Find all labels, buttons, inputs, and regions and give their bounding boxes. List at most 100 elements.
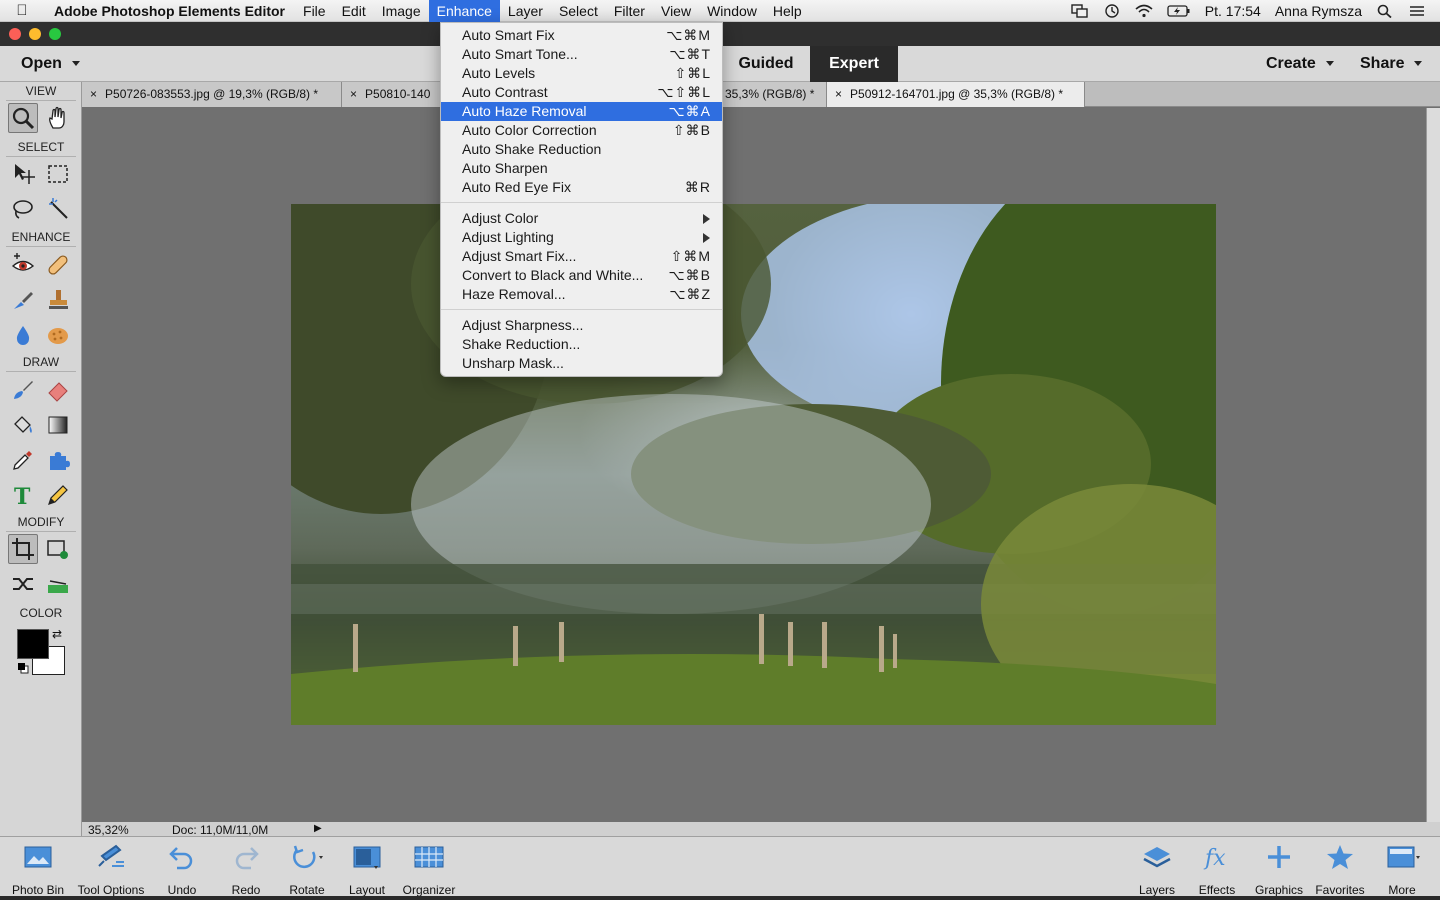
magic-wand-tool[interactable] [43, 194, 73, 224]
healing-brush-tool[interactable] [43, 250, 73, 280]
clone-stamp-tool[interactable] [43, 285, 73, 315]
menu-item-adjust-sharpness[interactable]: Adjust Sharpness... [441, 316, 722, 335]
menu-item-auto-shake-reduction[interactable]: Auto Shake Reduction [441, 140, 722, 159]
tool-options-button[interactable]: Tool Options [74, 841, 148, 897]
notification-center-icon[interactable] [1408, 4, 1426, 18]
rotate-button[interactable]: Rotate [284, 841, 330, 897]
menu-item-auto-color-correction[interactable]: Auto Color Correction ⇧⌘B [441, 121, 722, 140]
eraser-tool[interactable] [43, 375, 73, 405]
time-machine-icon[interactable] [1103, 3, 1121, 18]
open-button[interactable]: Open [0, 46, 100, 82]
menu-item-auto-levels[interactable]: Auto Levels ⇧⌘L [441, 64, 722, 83]
user-name[interactable]: Anna Rymsza [1275, 3, 1362, 19]
menu-item-adjust-color[interactable]: Adjust Color [441, 209, 722, 228]
status-menu-arrow-icon[interactable]: ▶ [314, 823, 322, 834]
menu-item-shake-reduction[interactable]: Shake Reduction... [441, 335, 722, 354]
menu-view[interactable]: View [653, 0, 699, 22]
screens-icon[interactable] [1071, 3, 1089, 18]
menu-image[interactable]: Image [374, 0, 429, 22]
close-window-button[interactable] [9, 28, 21, 40]
menu-help[interactable]: Help [765, 0, 810, 22]
svg-text:T: T [14, 484, 31, 507]
default-colors-icon[interactable] [17, 661, 29, 674]
menu-item-convert-black-white[interactable]: Convert to Black and White... ⌥⌘B [441, 266, 722, 285]
eyedropper-tool[interactable] [8, 445, 38, 475]
document-tab-3[interactable]: 35,3% (RGB/8) * [722, 82, 827, 107]
zoom-level[interactable]: 35,32% [88, 823, 129, 837]
app-name-menu[interactable]: Adobe Photoshop Elements Editor [44, 3, 295, 19]
layers-button[interactable]: Layers [1134, 841, 1180, 897]
recompose-tool[interactable] [43, 534, 73, 564]
spotlight-search-icon[interactable] [1376, 4, 1394, 18]
lasso-tool[interactable] [8, 194, 38, 224]
layout-button[interactable]: Layout [344, 841, 390, 897]
menu-window[interactable]: Window [699, 0, 765, 22]
gradient-tool[interactable] [43, 410, 73, 440]
swap-colors-icon[interactable]: ⇄ [52, 627, 62, 641]
menu-item-auto-smart-fix[interactable]: Auto Smart Fix ⌥⌘M [441, 26, 722, 45]
custom-shape-tool[interactable] [43, 445, 73, 475]
menu-enhance[interactable]: Enhance [428, 0, 500, 22]
straighten-tool[interactable] [43, 569, 73, 599]
photo-content [291, 204, 1216, 725]
clock[interactable]: Pt. 17:54 [1205, 3, 1261, 19]
more-button[interactable]: More [1380, 841, 1424, 897]
close-tab-icon[interactable]: × [90, 87, 97, 101]
sponge-tool[interactable] [43, 320, 73, 350]
pencil-tool[interactable] [43, 480, 73, 510]
menu-item-auto-smart-tone[interactable]: Auto Smart Tone... ⌥⌘T [441, 45, 722, 64]
red-eye-tool[interactable] [8, 250, 38, 280]
foreground-color-swatch[interactable] [17, 629, 49, 659]
hand-tool[interactable] [43, 103, 73, 133]
expert-mode-tab[interactable]: Expert [810, 46, 898, 82]
effects-button[interactable]: fx Effects [1194, 841, 1240, 897]
menu-edit[interactable]: Edit [334, 0, 374, 22]
close-tab-icon[interactable]: × [835, 87, 842, 101]
menu-item-unsharp-mask[interactable]: Unsharp Mask... [441, 354, 722, 373]
document-tab-1[interactable]: × P50726-083553.jpg @ 19,3% (RGB/8) * [82, 82, 342, 107]
blur-tool[interactable] [8, 320, 38, 350]
undo-button[interactable]: Undo [160, 841, 204, 897]
zoom-window-button[interactable] [49, 28, 61, 40]
menu-select[interactable]: Select [551, 0, 606, 22]
document-tab-2[interactable]: × P50810-140 [342, 82, 442, 107]
create-button[interactable]: Create [1266, 46, 1334, 82]
marquee-tool[interactable] [43, 159, 73, 189]
crop-tool[interactable] [8, 534, 38, 564]
menu-item-haze-removal[interactable]: Haze Removal... ⌥⌘Z [441, 285, 722, 304]
type-tool[interactable]: T [8, 480, 38, 510]
menu-layer[interactable]: Layer [500, 0, 551, 22]
vertical-scrollbar[interactable] [1426, 108, 1440, 822]
menu-filter[interactable]: Filter [606, 0, 653, 22]
organizer-button[interactable]: Organizer [400, 841, 458, 897]
close-tab-icon[interactable]: × [350, 87, 357, 101]
menu-file[interactable]: File [295, 0, 334, 22]
battery-icon[interactable] [1167, 4, 1191, 18]
wifi-icon[interactable] [1135, 4, 1153, 18]
redo-icon [235, 847, 259, 870]
zoom-tool[interactable] [8, 103, 38, 133]
divider [6, 100, 76, 101]
document-image[interactable] [291, 204, 1216, 725]
photo-bin-button[interactable]: Photo Bin [6, 841, 70, 897]
menu-item-auto-contrast[interactable]: Auto Contrast ⌥⇧⌘L [441, 83, 722, 102]
menu-item-auto-sharpen[interactable]: Auto Sharpen [441, 159, 722, 178]
paint-bucket-tool[interactable] [8, 410, 38, 440]
guided-mode-tab[interactable]: Guided [722, 46, 810, 82]
smart-brush-tool[interactable] [8, 285, 38, 315]
organizer-icon [414, 846, 444, 868]
menu-item-adjust-smart-fix[interactable]: Adjust Smart Fix... ⇧⌘M [441, 247, 722, 266]
share-button[interactable]: Share [1360, 46, 1423, 82]
minimize-window-button[interactable] [29, 28, 41, 40]
favorites-button[interactable]: Favorites [1312, 841, 1368, 897]
document-tab-4[interactable]: × P50912-164701.jpg @ 35,3% (RGB/8) * [827, 82, 1085, 107]
content-aware-move-tool[interactable] [8, 569, 38, 599]
apple-icon[interactable]:  [0, 2, 44, 19]
move-tool[interactable] [8, 159, 38, 189]
menu-item-adjust-lighting[interactable]: Adjust Lighting [441, 228, 722, 247]
graphics-button[interactable]: Graphics [1252, 841, 1306, 897]
brush-tool[interactable] [8, 375, 38, 405]
redo-button[interactable]: Redo [224, 841, 268, 897]
menu-item-auto-haze-removal[interactable]: Auto Haze Removal ⌥⌘A [441, 102, 722, 121]
menu-item-auto-red-eye-fix[interactable]: Auto Red Eye Fix ⌘R [441, 178, 722, 197]
